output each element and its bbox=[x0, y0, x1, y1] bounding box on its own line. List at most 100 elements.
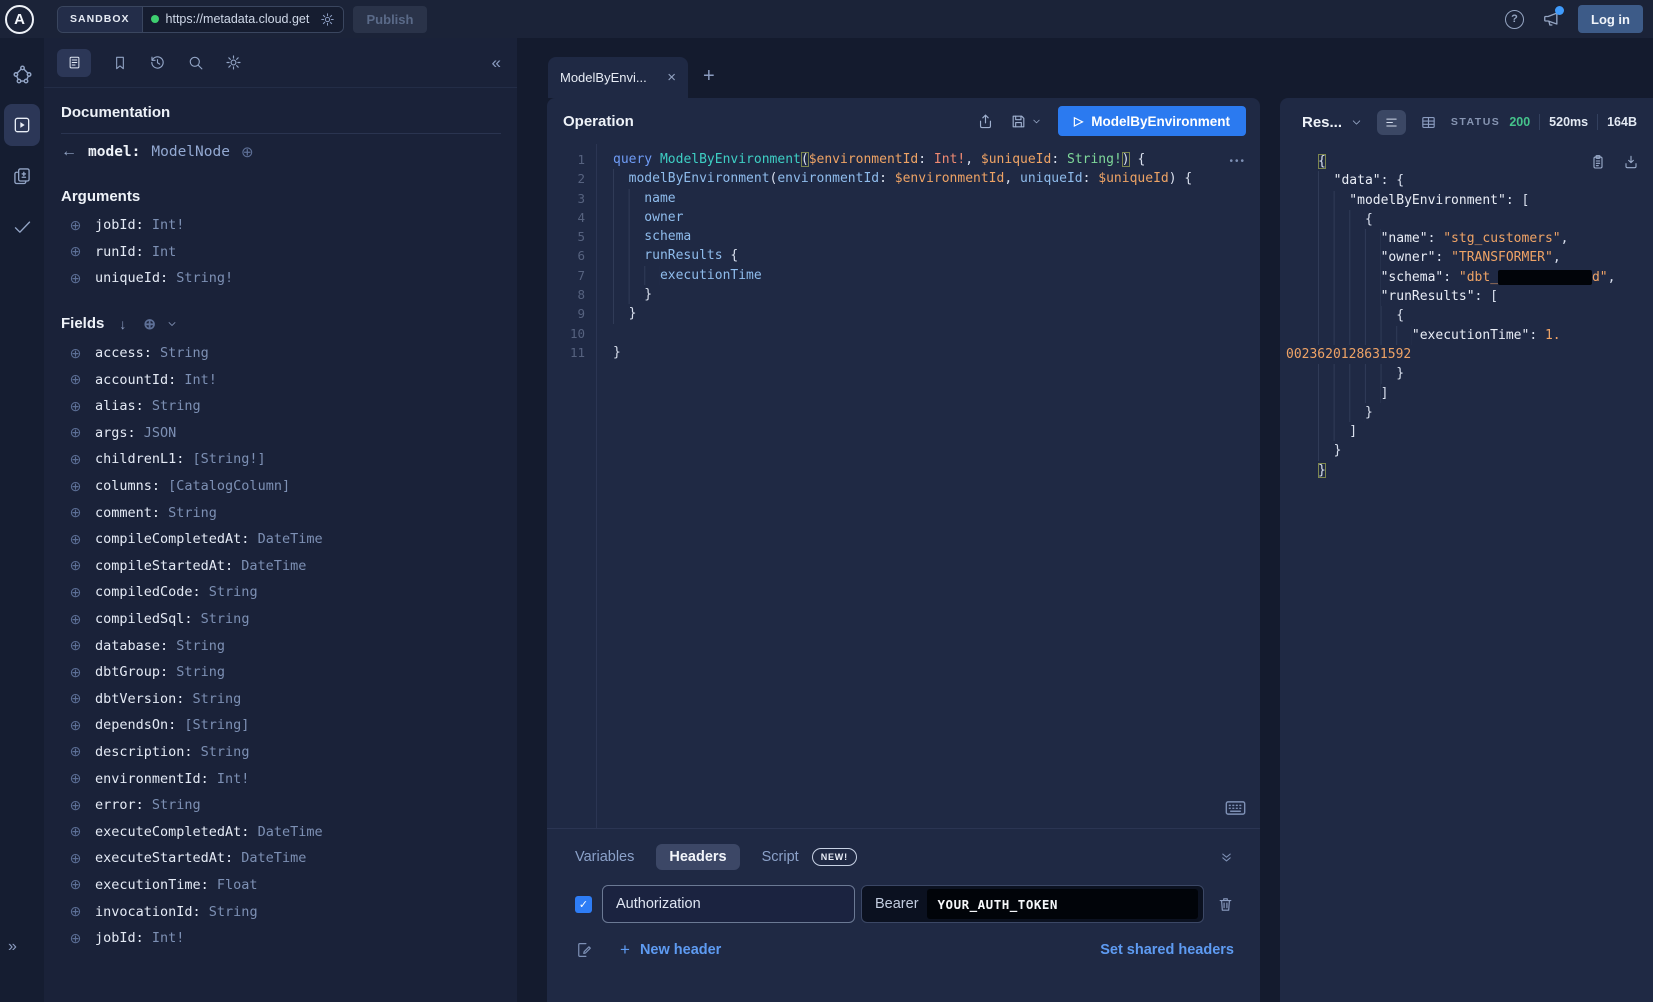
add-to-query-icon[interactable]: ⊕ bbox=[67, 930, 84, 947]
schema-field-row[interactable]: ⊕args: JSON bbox=[61, 420, 501, 447]
schema-field-row[interactable]: ⊕invocationId: String bbox=[61, 898, 501, 925]
add-to-query-icon[interactable]: ⊕ bbox=[67, 823, 84, 840]
sort-fields-icon[interactable]: ↓ bbox=[119, 316, 126, 332]
keyboard-shortcuts-icon[interactable] bbox=[1225, 800, 1246, 816]
add-all-fields-icon[interactable]: ⊕ bbox=[241, 143, 254, 161]
add-to-query-icon[interactable]: ⊕ bbox=[67, 371, 84, 388]
help-icon[interactable]: ? bbox=[1505, 10, 1524, 29]
schema-field-row[interactable]: ⊕dependsOn: [String] bbox=[61, 712, 501, 739]
close-tab-icon[interactable]: × bbox=[667, 69, 676, 86]
graph-endpoint-chip[interactable]: SANDBOX https://metadata.cloud.get bbox=[57, 6, 344, 33]
add-to-query-icon[interactable]: ⊕ bbox=[67, 504, 84, 521]
schema-nav-icon[interactable] bbox=[0, 52, 44, 96]
set-shared-headers-link[interactable]: Set shared headers bbox=[1100, 942, 1234, 958]
add-to-query-icon[interactable]: ⊕ bbox=[67, 770, 84, 787]
expand-rail-icon[interactable]: » bbox=[8, 938, 17, 956]
documentation-tab-icon[interactable] bbox=[57, 49, 91, 77]
endpoint-settings-gear-icon[interactable] bbox=[320, 12, 335, 27]
schema-field-row[interactable]: ⊕columns: [CatalogColumn] bbox=[61, 473, 501, 500]
add-to-query-icon[interactable]: ⊕ bbox=[67, 584, 84, 601]
add-to-query-icon[interactable]: ⊕ bbox=[67, 531, 84, 548]
run-operation-button[interactable]: ▷ ModelByEnvironment bbox=[1058, 106, 1246, 136]
schema-field-row[interactable]: ⊕jobId: Int! bbox=[61, 212, 501, 239]
new-header-button[interactable]: + New header bbox=[620, 940, 721, 960]
breadcrumb-type[interactable]: ModelNode bbox=[151, 144, 230, 160]
add-to-query-icon[interactable]: ⊕ bbox=[67, 876, 84, 893]
schema-field-row[interactable]: ⊕executeCompletedAt: DateTime bbox=[61, 818, 501, 845]
schema-field-row[interactable]: ⊕error: String bbox=[61, 792, 501, 819]
editor-more-menu-icon[interactable]: ••• bbox=[1229, 156, 1246, 167]
add-to-query-icon[interactable]: ⊕ bbox=[67, 345, 84, 362]
add-fields-icon[interactable]: ⊕ bbox=[143, 315, 156, 333]
history-icon[interactable] bbox=[149, 54, 166, 71]
chevron-down-icon[interactable] bbox=[166, 318, 178, 330]
search-icon[interactable] bbox=[187, 54, 204, 71]
settings-gear-icon[interactable] bbox=[225, 54, 242, 71]
add-to-query-icon[interactable]: ⊕ bbox=[67, 451, 84, 468]
back-arrow-icon[interactable]: ← bbox=[61, 143, 77, 161]
collapse-dock-icon[interactable] bbox=[1219, 850, 1234, 865]
share-operation-icon[interactable] bbox=[977, 113, 994, 130]
save-operation-control[interactable] bbox=[1010, 113, 1042, 130]
add-to-query-icon[interactable]: ⊕ bbox=[67, 743, 84, 760]
copy-response-icon[interactable] bbox=[1590, 154, 1606, 170]
response-dropdown-chevron-icon[interactable] bbox=[1350, 116, 1363, 129]
add-to-query-icon[interactable]: ⊕ bbox=[67, 398, 84, 415]
header-key-input[interactable]: Authorization bbox=[602, 885, 855, 923]
response-title[interactable]: Res... bbox=[1302, 114, 1342, 131]
publish-button[interactable]: Publish bbox=[353, 6, 428, 33]
tab-headers[interactable]: Headers bbox=[656, 844, 739, 870]
table-view-toggle-icon[interactable] bbox=[1414, 110, 1443, 135]
explorer-nav-icon[interactable] bbox=[4, 104, 40, 146]
add-to-query-icon[interactable]: ⊕ bbox=[67, 424, 84, 441]
header-preset-icon[interactable] bbox=[575, 941, 593, 959]
schema-field-row[interactable]: ⊕comment: String bbox=[61, 499, 501, 526]
delete-header-icon[interactable] bbox=[1217, 896, 1234, 913]
editor-code[interactable]: query ModelByEnvironment($environmentId:… bbox=[597, 144, 1260, 828]
add-to-query-icon[interactable]: ⊕ bbox=[67, 611, 84, 628]
schema-field-row[interactable]: ⊕compiledCode: String bbox=[61, 579, 501, 606]
new-tab-icon[interactable]: + bbox=[703, 66, 715, 86]
tab-variables[interactable]: Variables bbox=[575, 849, 634, 865]
query-editor[interactable]: 1234567891011 query ModelByEnvironment($… bbox=[547, 144, 1260, 828]
download-response-icon[interactable] bbox=[1623, 154, 1639, 170]
header-enabled-checkbox[interactable]: ✓ bbox=[575, 896, 592, 913]
schema-field-row[interactable]: ⊕dbtGroup: String bbox=[61, 659, 501, 686]
schema-field-row[interactable]: ⊕runId: Int bbox=[61, 239, 501, 266]
collapse-sidebar-icon[interactable]: « bbox=[492, 53, 501, 73]
schema-field-row[interactable]: ⊕executeStartedAt: DateTime bbox=[61, 845, 501, 872]
checks-nav-icon[interactable] bbox=[0, 204, 44, 248]
endpoint-url-input[interactable]: https://metadata.cloud.get bbox=[143, 7, 343, 32]
add-to-query-icon[interactable]: ⊕ bbox=[67, 217, 84, 234]
add-to-query-icon[interactable]: ⊕ bbox=[67, 690, 84, 707]
login-button[interactable]: Log in bbox=[1578, 5, 1643, 33]
add-to-query-icon[interactable]: ⊕ bbox=[67, 850, 84, 867]
apollo-logo[interactable]: A bbox=[5, 5, 34, 34]
add-to-query-icon[interactable]: ⊕ bbox=[67, 664, 84, 681]
add-to-query-icon[interactable]: ⊕ bbox=[67, 717, 84, 734]
announcements-icon[interactable] bbox=[1541, 9, 1561, 29]
schema-field-row[interactable]: ⊕accountId: Int! bbox=[61, 366, 501, 393]
schema-field-row[interactable]: ⊕alias: String bbox=[61, 393, 501, 420]
add-to-query-icon[interactable]: ⊕ bbox=[67, 637, 84, 654]
schema-field-row[interactable]: ⊕executionTime: Float bbox=[61, 872, 501, 899]
schema-field-row[interactable]: ⊕childrenL1: [String!] bbox=[61, 446, 501, 473]
add-to-query-icon[interactable]: ⊕ bbox=[67, 557, 84, 574]
schema-field-row[interactable]: ⊕environmentId: Int! bbox=[61, 765, 501, 792]
header-value-input[interactable]: Bearer YOUR_AUTH_TOKEN bbox=[861, 885, 1204, 923]
operations-nav-icon[interactable] bbox=[0, 154, 44, 198]
add-to-query-icon[interactable]: ⊕ bbox=[67, 270, 84, 287]
add-to-query-icon[interactable]: ⊕ bbox=[67, 903, 84, 920]
schema-field-row[interactable]: ⊕dbtVersion: String bbox=[61, 686, 501, 713]
schema-field-row[interactable]: ⊕database: String bbox=[61, 632, 501, 659]
add-to-query-icon[interactable]: ⊕ bbox=[67, 243, 84, 260]
schema-field-row[interactable]: ⊕jobId: Int! bbox=[61, 925, 501, 952]
operation-tab[interactable]: ModelByEnvi... × bbox=[548, 57, 688, 98]
schema-field-row[interactable]: ⊕compileCompletedAt: DateTime bbox=[61, 526, 501, 553]
tab-script[interactable]: Script bbox=[762, 849, 799, 865]
schema-field-row[interactable]: ⊕compileStartedAt: DateTime bbox=[61, 553, 501, 580]
schema-field-row[interactable]: ⊕access: String bbox=[61, 340, 501, 367]
raw-view-toggle-icon[interactable] bbox=[1377, 110, 1406, 135]
schema-field-row[interactable]: ⊕description: String bbox=[61, 739, 501, 766]
add-to-query-icon[interactable]: ⊕ bbox=[67, 478, 84, 495]
